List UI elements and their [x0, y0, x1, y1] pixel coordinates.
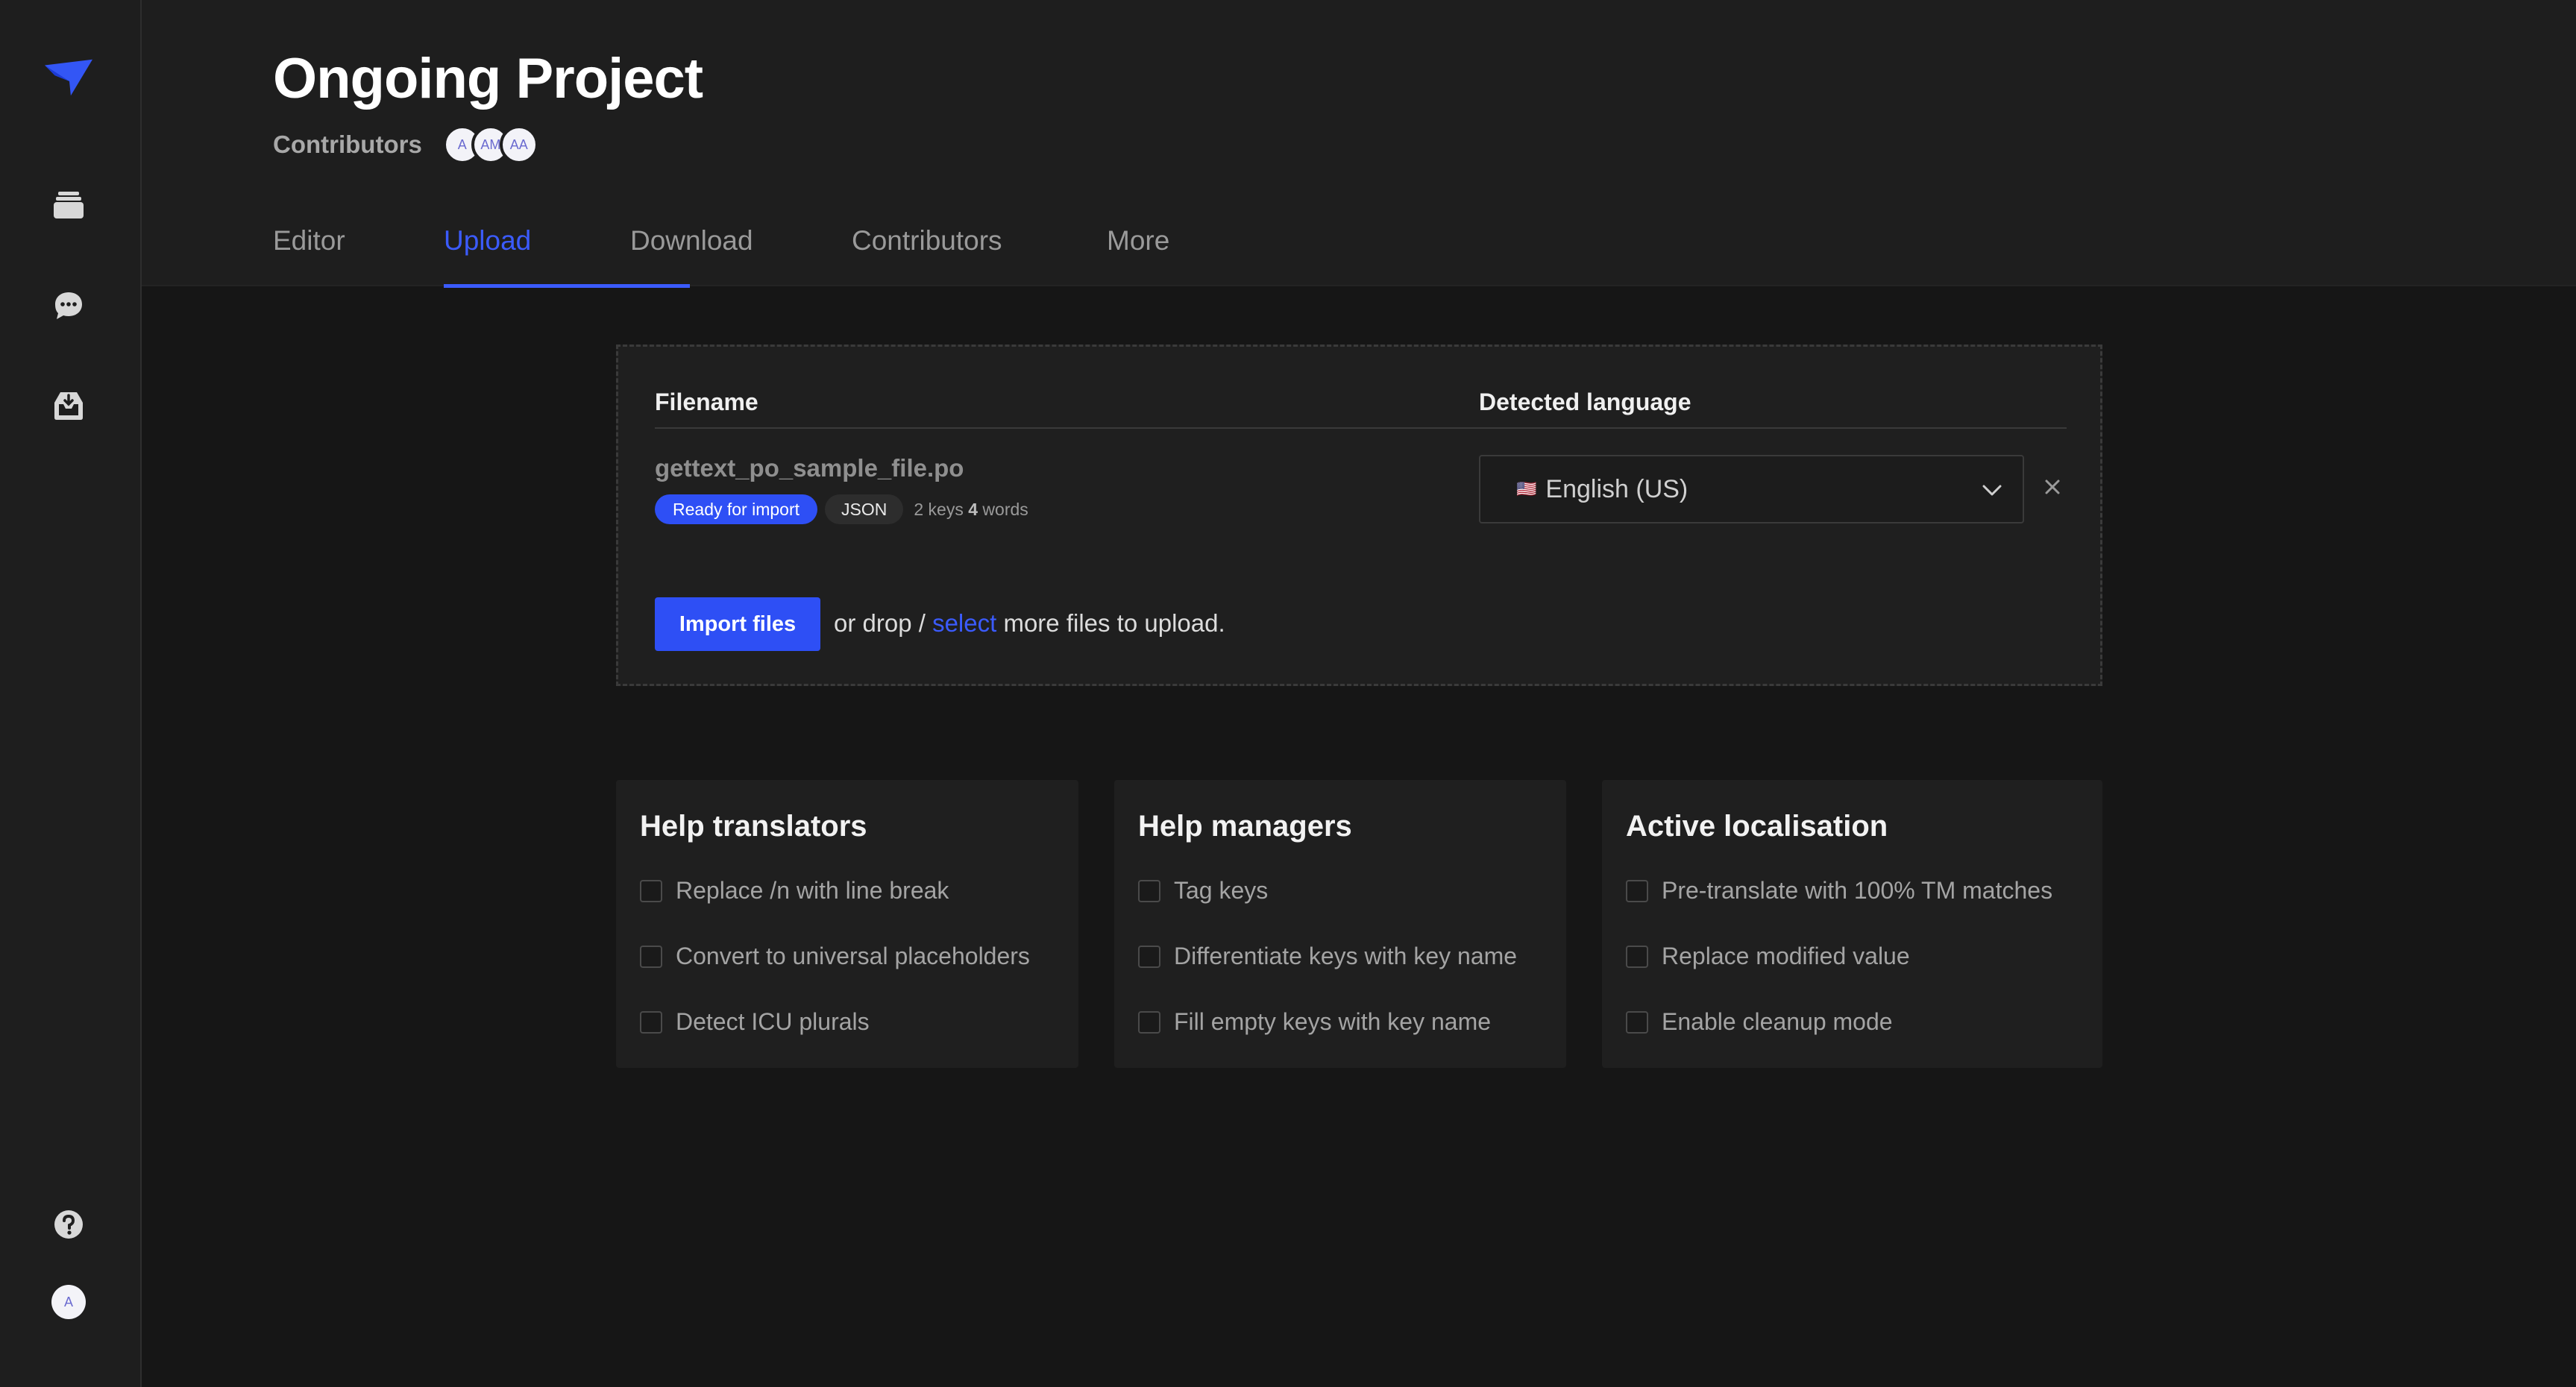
checkbox[interactable]: [1626, 945, 1648, 968]
language-value: English (US): [1545, 474, 1688, 503]
help-icon[interactable]: [45, 1201, 92, 1248]
upload-dropzone[interactable]: Filename Detected language gettext_po_sa…: [616, 345, 2102, 686]
option-fill-empty-keys[interactable]: Fill empty keys with key name: [1138, 1008, 1491, 1036]
words-count: 4: [968, 499, 978, 519]
header-divider: [655, 427, 2067, 429]
option-replace-modified[interactable]: Replace modified value: [1626, 943, 1910, 970]
help-managers-panel: Help managers Tag keys Differentiate key…: [1114, 780, 1566, 1068]
logo-icon[interactable]: [45, 54, 92, 101]
option-replace-line-break[interactable]: Replace /n with line break: [640, 877, 949, 905]
option-label: Replace /n with line break: [676, 877, 949, 904]
contributors-label: Contributors: [273, 130, 422, 158]
page-title: Ongoing Project: [273, 47, 703, 110]
checkbox[interactable]: [640, 1010, 662, 1034]
tab-more[interactable]: More: [1107, 216, 1169, 286]
checkbox[interactable]: [1626, 1010, 1648, 1034]
drop-instructions: or drop / select more files to upload.: [834, 609, 1225, 638]
projects-icon[interactable]: [45, 180, 92, 228]
option-label: Replace modified value: [1662, 943, 1910, 969]
checkbox[interactable]: [1138, 945, 1160, 968]
option-label: Tag keys: [1174, 877, 1269, 904]
panel-title: Active localisation: [1626, 810, 1888, 843]
file-stats: 2 keys 4 words: [914, 500, 1028, 520]
format-badge: JSON: [825, 494, 904, 524]
checkbox[interactable]: [640, 879, 662, 902]
option-cleanup-mode[interactable]: Enable cleanup mode: [1626, 1008, 1893, 1036]
language-select[interactable]: 🇺🇸 English (US): [1479, 455, 2024, 523]
option-label: Differentiate keys with key name: [1174, 943, 1518, 969]
inbox-icon[interactable]: [45, 382, 92, 430]
status-badge: Ready for import: [655, 494, 818, 524]
import-files-button[interactable]: Import files: [655, 597, 820, 651]
chat-icon[interactable]: [45, 282, 92, 330]
app-root: A Ongoing Project Contributors A AM AA E…: [0, 0, 2576, 1387]
checkbox[interactable]: [1138, 879, 1160, 902]
chevron-down-icon: [1981, 479, 2003, 505]
tab-editor[interactable]: Editor: [273, 216, 444, 286]
checkbox[interactable]: [1626, 879, 1648, 902]
option-tag-keys[interactable]: Tag keys: [1138, 877, 1268, 905]
keys-count: 2: [914, 499, 924, 519]
project-tabs: Editor Upload Download Contributors More: [273, 216, 1169, 288]
project-header: Ongoing Project Contributors A AM AA Edi…: [142, 0, 2576, 288]
words-label: words: [982, 499, 1028, 519]
drop-suffix: more files to upload.: [1003, 609, 1225, 637]
help-translators-panel: Help translators Replace /n with line br…: [616, 780, 1078, 1068]
option-label: Fill empty keys with key name: [1174, 1008, 1492, 1035]
avatar[interactable]: AA: [499, 125, 538, 164]
contributors-row: Contributors A AM AA: [273, 124, 538, 166]
sidebar: A: [0, 0, 142, 1387]
panel-title: Help translators: [640, 810, 867, 843]
option-label: Convert to universal placeholders: [676, 943, 1030, 969]
panel-title: Help managers: [1138, 810, 1352, 843]
checkbox[interactable]: [640, 945, 662, 968]
tab-download[interactable]: Download: [630, 216, 852, 286]
user-avatar[interactable]: A: [45, 1278, 92, 1326]
select-files-link[interactable]: select: [932, 609, 996, 637]
option-label: Enable cleanup mode: [1662, 1008, 1893, 1035]
filename-header: Filename: [655, 389, 758, 415]
remove-file-close-icon[interactable]: [2043, 478, 2061, 500]
option-label: Detect ICU plurals: [676, 1008, 870, 1035]
drop-prefix: or drop /: [834, 609, 926, 637]
detected-language-header: Detected language: [1479, 389, 1691, 415]
checkbox[interactable]: [1138, 1010, 1160, 1034]
active-localisation-panel: Active localisation Pre-translate with 1…: [1602, 780, 2102, 1068]
user-avatar-initial: A: [51, 1285, 86, 1319]
keys-label: keys: [928, 499, 964, 519]
tab-upload[interactable]: Upload: [444, 216, 690, 288]
file-name: gettext_po_sample_file.po: [655, 454, 964, 482]
option-label: Pre-translate with 100% TM matches: [1662, 877, 2053, 904]
contributor-avatars[interactable]: A AM AA: [442, 125, 538, 164]
us-flag-icon: 🇺🇸: [1516, 479, 1537, 498]
option-differentiate-keys[interactable]: Differentiate keys with key name: [1138, 943, 1517, 970]
option-pretranslate-tm[interactable]: Pre-translate with 100% TM matches: [1626, 877, 2052, 905]
tab-contributors[interactable]: Contributors: [852, 216, 1107, 286]
option-universal-placeholders[interactable]: Convert to universal placeholders: [640, 943, 1030, 970]
file-badges: Ready for import JSON 2 keys 4 words: [655, 494, 1028, 524]
option-detect-icu-plurals[interactable]: Detect ICU plurals: [640, 1008, 870, 1036]
